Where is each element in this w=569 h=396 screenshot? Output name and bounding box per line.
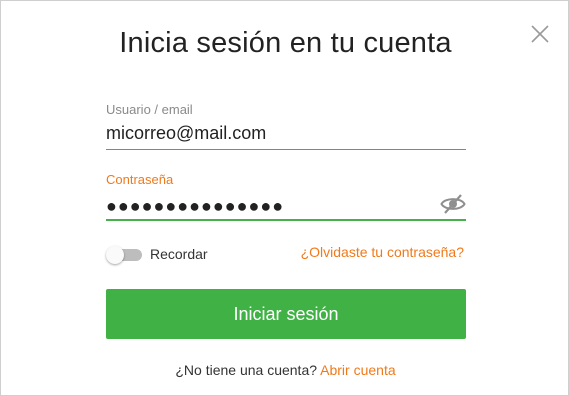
eye-slash-icon[interactable] <box>440 193 466 215</box>
username-field[interactable]: micorreo@mail.com <box>106 121 466 150</box>
password-value: ●●●●●●●●●●●●●●● <box>106 196 285 216</box>
remember-label: Recordar <box>150 246 208 262</box>
login-dialog: Inicia sesión en tu cuenta Usuario / ema… <box>0 0 569 396</box>
dialog-title: Inicia sesión en tu cuenta <box>119 27 452 59</box>
password-field[interactable]: ●●●●●●●●●●●●●●● <box>106 191 466 221</box>
password-label: Contraseña <box>106 172 174 187</box>
toggle-knob <box>106 246 124 264</box>
signup-line: ¿No tiene una cuenta? Abrir cuenta <box>1 362 569 378</box>
username-value: micorreo@mail.com <box>106 123 267 143</box>
login-button[interactable]: Iniciar sesión <box>106 289 466 339</box>
username-label: Usuario / email <box>106 102 193 117</box>
signup-prompt: ¿No tiene una cuenta? <box>175 362 318 378</box>
signup-link[interactable]: Abrir cuenta <box>320 362 395 378</box>
forgot-password-link[interactable]: ¿Olvidaste tu contraseña? <box>301 244 464 260</box>
remember-toggle[interactable] <box>106 246 142 264</box>
